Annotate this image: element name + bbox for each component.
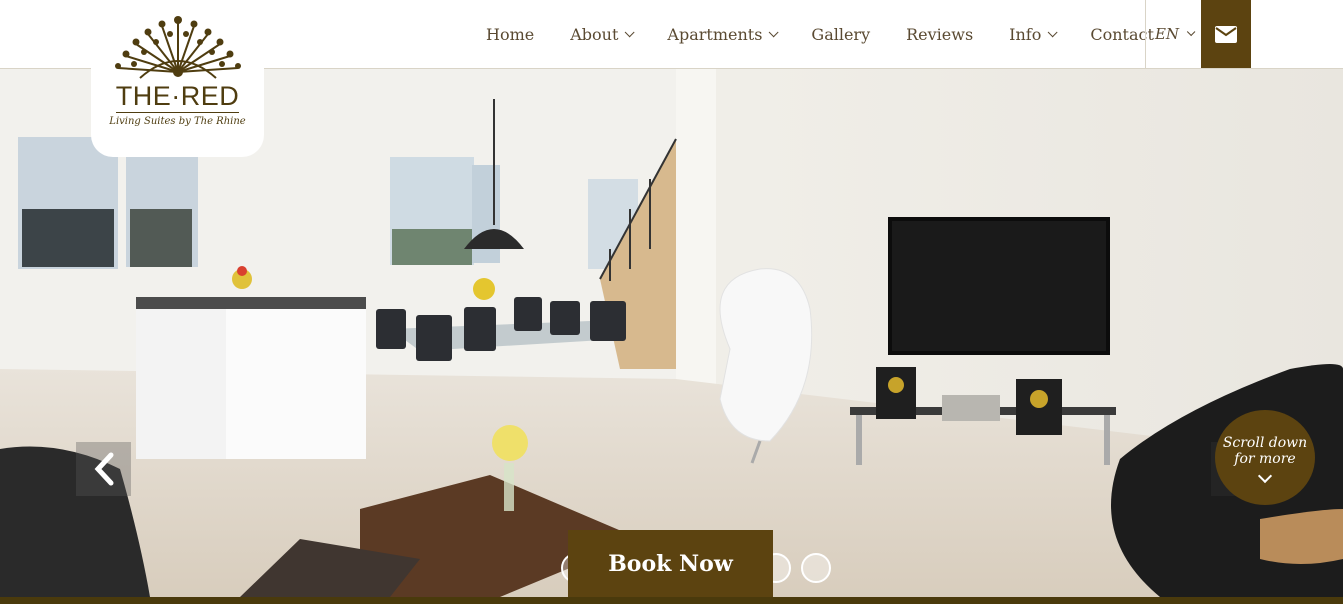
nav-home-label: Home <box>486 24 535 44</box>
scroll-down-badge[interactable]: Scroll down for more <box>1215 410 1315 505</box>
slider-prev-button[interactable] <box>76 442 131 496</box>
main-nav: Home About Apartments Gallery Reviews In… <box>468 0 1172 68</box>
logo-subtitle: Living Suites by The Rhine <box>109 116 246 127</box>
mail-button[interactable] <box>1201 0 1251 68</box>
nav-about[interactable]: About <box>552 0 649 68</box>
scroll-down-line1: Scroll down <box>1222 434 1308 451</box>
chevron-left-icon <box>94 452 113 486</box>
logo-title-wrap: THE·RED <box>115 80 240 113</box>
nav-home[interactable]: Home <box>468 0 552 68</box>
envelope-icon <box>1215 25 1237 43</box>
chevron-down-icon <box>1048 26 1058 37</box>
chevron-down-icon <box>625 26 635 37</box>
nav-apartments-label: Apartments <box>667 24 763 44</box>
nav-about-label: About <box>570 24 619 44</box>
nav-info[interactable]: Info <box>991 0 1072 68</box>
tree-emblem-icon <box>114 16 241 79</box>
nav-info-label: Info <box>1009 24 1042 44</box>
slider-dot[interactable] <box>801 553 831 583</box>
nav-reviews-label: Reviews <box>906 24 974 44</box>
nav-gallery-label: Gallery <box>811 24 871 44</box>
site-logo[interactable]: THE·RED Living Suites by The Rhine <box>91 0 264 157</box>
book-now-button[interactable]: Book Now <box>568 530 773 597</box>
chevron-down-icon <box>1186 27 1196 37</box>
language-selector[interactable]: EN <box>1145 0 1201 68</box>
bottom-bar <box>0 597 1343 604</box>
nav-gallery[interactable]: Gallery <box>793 0 888 68</box>
nav-apartments[interactable]: Apartments <box>649 0 793 68</box>
scroll-down-line2: for more <box>1234 450 1296 467</box>
nav-reviews[interactable]: Reviews <box>888 0 991 68</box>
chevron-down-icon <box>769 26 779 37</box>
chevron-down-icon <box>1257 468 1273 483</box>
book-now-label: Book Now <box>608 550 733 577</box>
logo-title: THE·RED <box>115 81 240 111</box>
language-label: EN <box>1154 25 1180 43</box>
